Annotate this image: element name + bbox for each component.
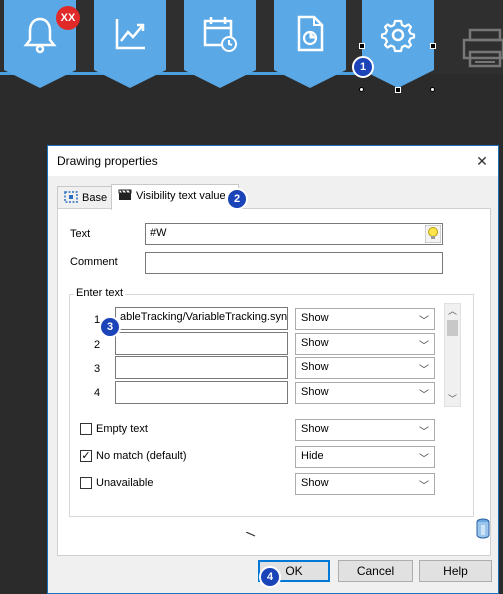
unavailable-label: Unavailable bbox=[96, 477, 154, 489]
empty-text-checkbox[interactable] bbox=[80, 423, 92, 435]
scheduler-button[interactable] bbox=[184, 0, 256, 90]
row-number: 3 bbox=[94, 363, 101, 375]
help-button[interactable]: Help bbox=[419, 560, 492, 582]
row-text-field[interactable] bbox=[115, 332, 288, 355]
chevron-down-icon: ﹀ bbox=[419, 341, 429, 352]
row-number: 2 bbox=[94, 339, 101, 351]
empty-text-visibility-value: Show bbox=[301, 423, 329, 435]
chevron-down-icon: ﹀ bbox=[419, 454, 429, 465]
row-text-field[interactable] bbox=[115, 381, 288, 404]
chevron-down-icon: ﹀ bbox=[419, 365, 429, 376]
drawing-properties-dialog: Drawing properties ✕ Base Visibility tex… bbox=[47, 145, 499, 594]
scroll-thumb[interactable] bbox=[447, 320, 458, 336]
bulb-icon[interactable] bbox=[425, 225, 441, 243]
calendar-clock-icon bbox=[203, 17, 237, 52]
empty-text-label: Empty text bbox=[96, 423, 148, 435]
empty-text-visibility-select[interactable]: Show ﹀ bbox=[295, 419, 435, 441]
no-match-visibility-select[interactable]: Hide ﹀ bbox=[295, 446, 435, 468]
row-visibility-value: Show bbox=[301, 361, 329, 373]
bell-icon bbox=[23, 17, 57, 54]
trend-chart-icon bbox=[115, 19, 145, 50]
alerts-badge: XX bbox=[56, 6, 80, 30]
clapper-icon bbox=[118, 189, 132, 200]
row-text-field[interactable] bbox=[115, 356, 288, 379]
selection-handle bbox=[430, 87, 435, 92]
database-icon[interactable] bbox=[475, 518, 491, 540]
no-match-label: No match (default) bbox=[96, 450, 187, 462]
selection-handle bbox=[430, 43, 436, 49]
row-visibility-select[interactable]: Show ﹀ bbox=[295, 333, 435, 355]
text-field[interactable]: #W bbox=[145, 223, 443, 245]
gear-icon bbox=[380, 19, 416, 53]
scroll-down-icon[interactable]: ﹀ bbox=[445, 392, 460, 406]
enter-text-title: Enter text bbox=[74, 287, 126, 299]
callout-4: 4 bbox=[259, 566, 281, 588]
tab-visibility-text-value[interactable]: Visibility text value bbox=[111, 184, 239, 210]
row-visibility-value: Show bbox=[301, 337, 329, 349]
alerts-button[interactable]: XX bbox=[4, 0, 80, 90]
selection-handle bbox=[359, 87, 364, 92]
chevron-down-icon: ﹀ bbox=[419, 481, 429, 492]
cancel-button[interactable]: Cancel bbox=[338, 560, 413, 582]
tab-base-label: Base bbox=[82, 192, 108, 204]
callout-3: 3 bbox=[99, 316, 121, 338]
unavailable-visibility-value: Show bbox=[301, 477, 329, 489]
selection-handle bbox=[359, 43, 365, 49]
no-match-checkbox[interactable]: ✓ bbox=[80, 450, 92, 462]
chevron-down-icon: ﹀ bbox=[419, 427, 429, 438]
unavailable-visibility-select[interactable]: Show ﹀ bbox=[295, 473, 435, 495]
base-icon bbox=[64, 191, 78, 203]
printer-icon[interactable] bbox=[458, 18, 503, 70]
report-document-icon bbox=[297, 15, 324, 52]
close-icon[interactable]: ✕ bbox=[472, 151, 492, 171]
tab-visibility-label: Visibility text value bbox=[136, 190, 226, 202]
settings-button[interactable] bbox=[362, 0, 434, 90]
comment-field[interactable] bbox=[145, 252, 443, 274]
rows-scrollbar[interactable]: ︿ ﹀ bbox=[444, 303, 461, 407]
row-visibility-select[interactable]: Show ﹀ bbox=[295, 382, 435, 404]
row-visibility-select[interactable]: Show ﹀ bbox=[295, 357, 435, 379]
callout-2: 2 bbox=[226, 188, 248, 210]
comment-label: Comment bbox=[70, 256, 118, 268]
row-number: 4 bbox=[94, 387, 101, 399]
no-match-visibility-value: Hide bbox=[301, 450, 324, 462]
chevron-down-icon: ﹀ bbox=[419, 316, 429, 327]
top-toolbar: XX bbox=[0, 0, 503, 93]
dialog-titlebar: Drawing properties ✕ bbox=[48, 146, 498, 176]
unavailable-checkbox[interactable] bbox=[80, 477, 92, 489]
row-text-field[interactable]: ableTracking/VariableTracking.syn bbox=[115, 307, 288, 330]
row-visibility-value: Show bbox=[301, 312, 329, 324]
row-visibility-value: Show bbox=[301, 386, 329, 398]
text-label: Text bbox=[70, 228, 91, 240]
dialog-title: Drawing properties bbox=[57, 154, 158, 168]
row-visibility-select[interactable]: Show ﹀ bbox=[295, 308, 435, 330]
cursor-icon bbox=[246, 532, 256, 537]
chevron-down-icon: ﹀ bbox=[419, 390, 429, 401]
trends-button[interactable] bbox=[94, 0, 166, 90]
scroll-up-icon[interactable]: ︿ bbox=[445, 304, 460, 318]
reports-button[interactable] bbox=[274, 0, 346, 90]
callout-1: 1 bbox=[352, 56, 374, 78]
selection-handle bbox=[395, 87, 401, 93]
